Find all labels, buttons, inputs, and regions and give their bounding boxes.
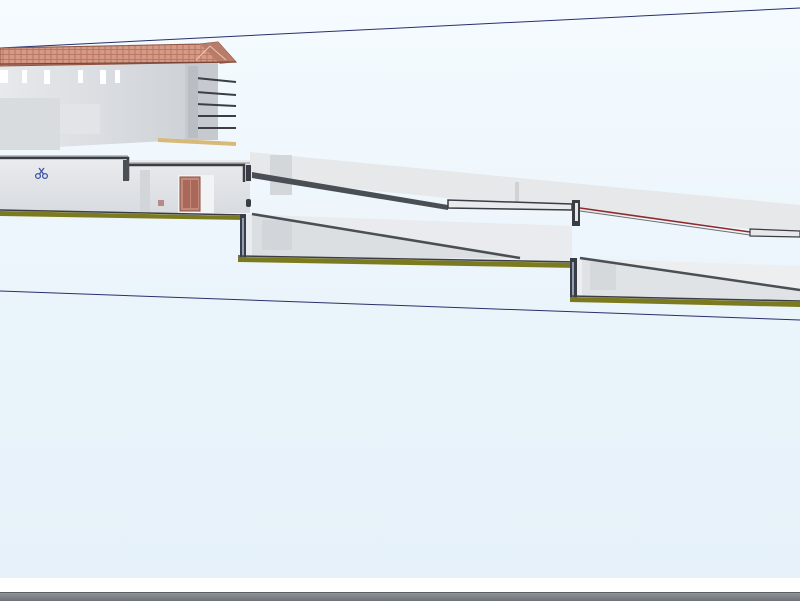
model-viewport[interactable]	[0, 0, 800, 578]
section-plane-top-edge	[0, 7, 800, 49]
viewport-margin	[0, 578, 800, 592]
window	[78, 70, 83, 83]
upper-building	[0, 58, 237, 150]
window	[115, 70, 120, 83]
lower-level-2	[569, 256, 800, 307]
window	[44, 70, 50, 84]
window	[100, 70, 106, 84]
window	[22, 70, 27, 83]
lower-level-1	[237, 212, 579, 268]
section-drawing	[0, 7, 800, 321]
